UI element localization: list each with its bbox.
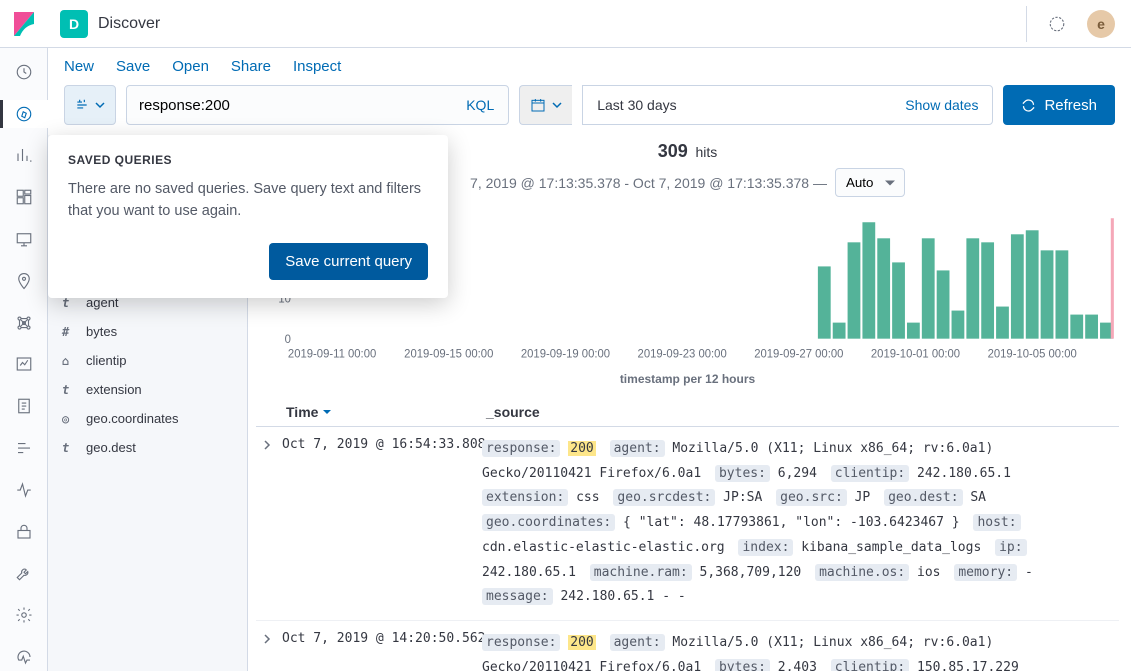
svg-text:2019-09-19 00:00: 2019-09-19 00:00: [521, 348, 610, 360]
nav-siem-icon[interactable]: [0, 518, 48, 546]
svg-text:2019-10-05 00:00: 2019-10-05 00:00: [988, 348, 1077, 360]
field-type-icon: t: [62, 383, 76, 397]
time-column-header[interactable]: Time: [286, 404, 486, 420]
field-geo.coordinates[interactable]: ◎ geo.coordinates: [48, 404, 247, 433]
field-type-icon: #: [62, 325, 76, 339]
top-menu-save[interactable]: Save: [116, 58, 150, 75]
nav-dashboard-icon[interactable]: [0, 183, 48, 211]
top-menu-new[interactable]: New: [64, 58, 94, 75]
nav-discover-icon[interactable]: [0, 100, 48, 128]
field-label: clientip: [86, 353, 126, 368]
query-input[interactable]: [127, 87, 452, 124]
nav-canvas-icon[interactable]: [0, 225, 48, 253]
field-type-icon: ◎: [62, 412, 76, 426]
save-current-query-button[interactable]: Save current query: [269, 243, 428, 280]
time-range-text: 7, 2019 @ 17:13:35.378 - Oct 7, 2019 @ 1…: [470, 175, 827, 191]
field-label: geo.coordinates: [86, 411, 179, 426]
nav-logs-icon[interactable]: [0, 392, 48, 420]
svg-text:2019-10-01 00:00: 2019-10-01 00:00: [871, 348, 960, 360]
nav-metrics-icon[interactable]: [0, 351, 48, 379]
svg-text:0: 0: [285, 334, 291, 346]
field-label: extension: [86, 382, 142, 397]
query-input-wrap: KQL: [126, 85, 509, 125]
nav-maps-icon[interactable]: [0, 267, 48, 295]
top-menu-share[interactable]: Share: [231, 58, 271, 75]
nav-apm-icon[interactable]: [0, 434, 48, 462]
source-column-header: _source: [486, 404, 1109, 420]
refresh-icon: [1021, 98, 1036, 113]
nav-management-icon[interactable]: [0, 601, 48, 629]
field-type-icon: t: [62, 441, 76, 455]
top-menu: New Save Open Share Inspect: [48, 48, 1131, 85]
nav-ml-icon[interactable]: [0, 309, 48, 337]
refresh-label: Refresh: [1044, 97, 1097, 114]
interval-select[interactable]: Auto: [835, 168, 905, 197]
doc-table: Time _source Oct 7, 2019 @ 16:54:33.808r…: [256, 398, 1119, 671]
divider: [1026, 6, 1027, 42]
row-time: Oct 7, 2019 @ 16:54:33.808: [282, 437, 482, 610]
doc-table-header: Time _source: [256, 398, 1119, 427]
nav-uptime-icon[interactable]: [0, 476, 48, 504]
breadcrumb: Discover: [98, 15, 160, 33]
saved-query-toggle[interactable]: [64, 85, 116, 125]
field-clientip[interactable]: ⌂ clientip: [48, 346, 247, 375]
top-header: D Discover e: [0, 0, 1131, 48]
row-source: response 200 agent Mozilla/5.0 (X11; Lin…: [482, 631, 1109, 671]
kibana-logo[interactable]: [0, 0, 48, 48]
svg-text:2019-09-11 00:00: 2019-09-11 00:00: [288, 348, 376, 360]
saved-queries-popover: SAVED QUERIES There are no saved queries…: [48, 135, 448, 298]
row-source: response 200 agent Mozilla/5.0 (X11; Lin…: [482, 437, 1109, 610]
date-quick-toggle[interactable]: [519, 85, 572, 125]
field-extension[interactable]: t extension: [48, 375, 247, 404]
space-selector[interactable]: D: [60, 10, 88, 38]
popover-body: There are no saved queries. Save query t…: [68, 179, 428, 223]
field-type-icon: t: [62, 296, 76, 310]
expand-row-toggle[interactable]: [262, 437, 282, 610]
calendar-icon: [530, 97, 546, 113]
svg-text:2019-09-23 00:00: 2019-09-23 00:00: [638, 348, 727, 360]
nav-rail: [0, 48, 48, 671]
expand-row-toggle[interactable]: [262, 631, 282, 671]
svg-text:2019-09-27 00:00: 2019-09-27 00:00: [754, 348, 843, 360]
query-bar: KQL Last 30 days Show dates Refresh: [48, 85, 1131, 135]
field-type-icon: ⌂: [62, 354, 76, 368]
sort-desc-icon: [322, 407, 332, 417]
date-range-display[interactable]: Last 30 days Show dates: [582, 85, 993, 125]
user-avatar[interactable]: e: [1087, 10, 1115, 38]
top-menu-open[interactable]: Open: [172, 58, 209, 75]
row-time: Oct 7, 2019 @ 14:20:50.562: [282, 631, 482, 671]
hits-count: 309: [658, 141, 688, 161]
field-label: bytes: [86, 324, 117, 339]
show-dates-link[interactable]: Show dates: [905, 97, 978, 113]
newsfeed-icon[interactable]: [1045, 12, 1069, 36]
refresh-button[interactable]: Refresh: [1003, 85, 1115, 125]
field-label: geo.dest: [86, 440, 136, 455]
nav-monitoring-icon[interactable]: [0, 643, 48, 671]
kql-toggle[interactable]: KQL: [452, 97, 508, 113]
hits-label: hits: [696, 144, 718, 160]
top-menu-inspect[interactable]: Inspect: [293, 58, 341, 75]
popover-title: SAVED QUERIES: [68, 153, 428, 167]
nav-devtools-icon[interactable]: [0, 560, 48, 588]
nav-visualize-icon[interactable]: [0, 142, 48, 170]
field-bytes[interactable]: # bytes: [48, 317, 247, 346]
chevron-down-icon: [95, 100, 105, 110]
chart-xlabel: timestamp per 12 hours: [256, 372, 1119, 386]
svg-text:2019-09-15 00:00: 2019-09-15 00:00: [404, 348, 493, 360]
chevron-down-icon: [552, 100, 562, 110]
table-row: Oct 7, 2019 @ 16:54:33.808response 200 a…: [256, 427, 1119, 621]
nav-recent-icon[interactable]: [0, 58, 48, 86]
table-row: Oct 7, 2019 @ 14:20:50.562response 200 a…: [256, 621, 1119, 671]
field-geo.dest[interactable]: t geo.dest: [48, 433, 247, 462]
date-range-label: Last 30 days: [597, 97, 676, 113]
